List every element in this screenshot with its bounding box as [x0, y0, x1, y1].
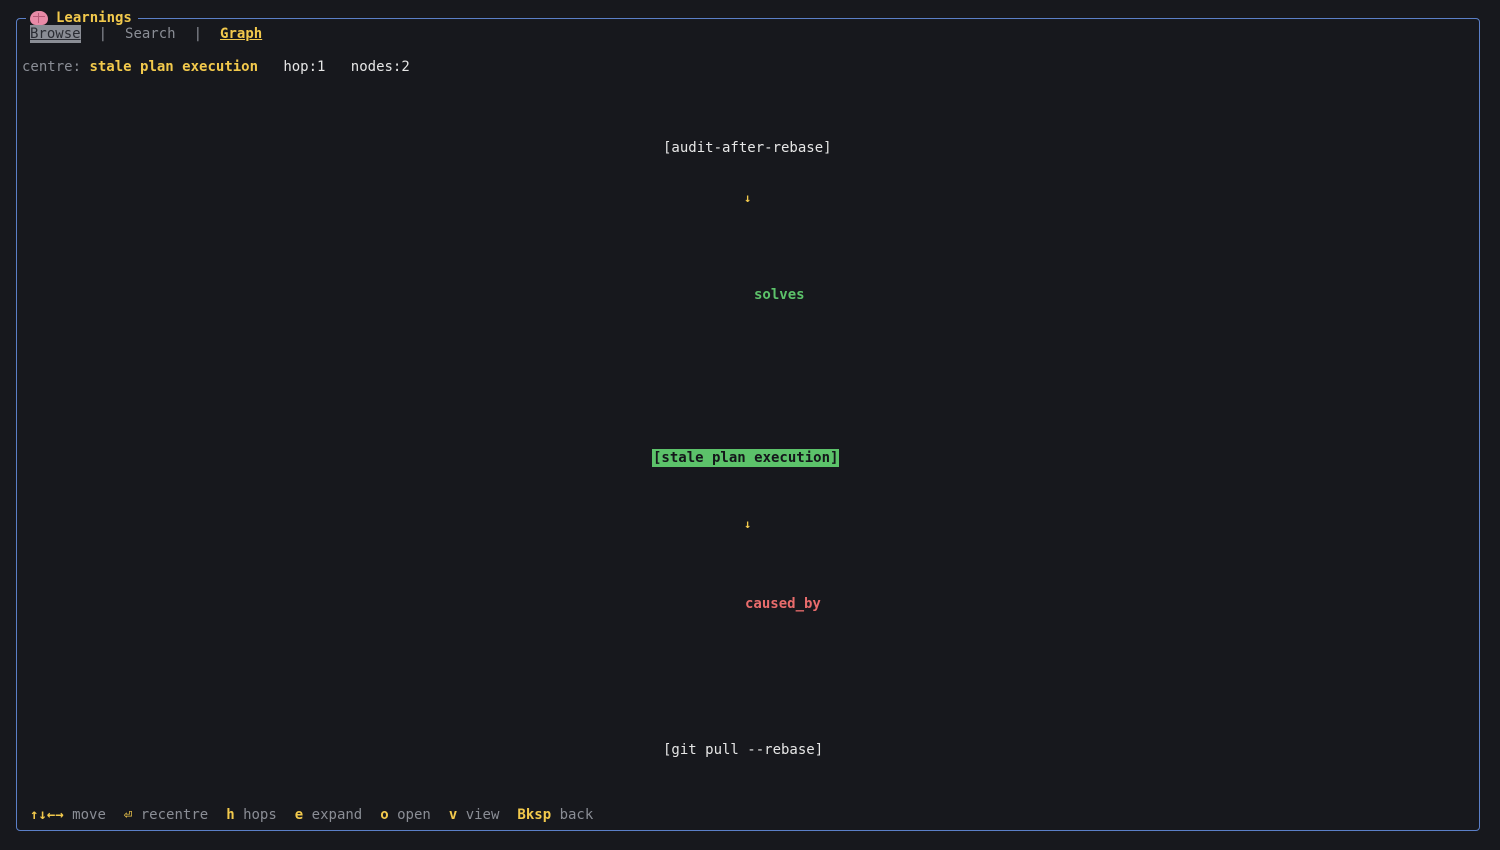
graph-node-centre[interactable]: [stale plan execution] [652, 449, 840, 467]
tab-graph[interactable]: Graph [220, 25, 262, 43]
hop-count: hop:1 [283, 59, 326, 75]
hint-recentre: ⏎ recentre [123, 807, 209, 823]
hint-back: Bksp back [517, 807, 594, 823]
keybinding-hints: ↑↓←→ move ⏎ recentre h hops e expand o o… [30, 806, 611, 824]
tab-search[interactable]: Search [125, 25, 176, 43]
enter-key-icon: ⏎ [123, 807, 133, 823]
arrow-keys-icon: ↑↓←→ [30, 807, 64, 823]
down-arrow-icon: ↓ [744, 517, 752, 531]
down-arrow-icon: ↓ [744, 191, 752, 205]
tab-separator: | [98, 26, 108, 42]
graph-node-git-pull-rebase[interactable]: [git pull --rebase] [663, 741, 823, 759]
tab-browse[interactable]: Browse [30, 25, 81, 43]
hint-open: o open [380, 807, 431, 823]
tab-separator: | [193, 26, 203, 42]
edge-label-caused-by: caused_by [745, 596, 821, 612]
centre-label: centre: [22, 59, 82, 75]
graph-node-audit-after-rebase[interactable]: [audit-after-rebase] [663, 139, 832, 157]
hint-move: ↑↓←→ move [30, 807, 106, 823]
edge-label-solves: solves [754, 287, 805, 303]
centre-value: stale plan execution [89, 59, 259, 75]
node-count: nodes:2 [350, 59, 410, 75]
tab-bar: Browse | Search | Graph [30, 25, 262, 43]
graph-status: centre: stale plan execution hop:1 nodes… [22, 58, 410, 76]
hint-expand: e expand [294, 807, 363, 823]
hint-view: v view [448, 807, 500, 823]
brain-icon [30, 11, 48, 25]
hint-hops: h hops [226, 807, 277, 823]
